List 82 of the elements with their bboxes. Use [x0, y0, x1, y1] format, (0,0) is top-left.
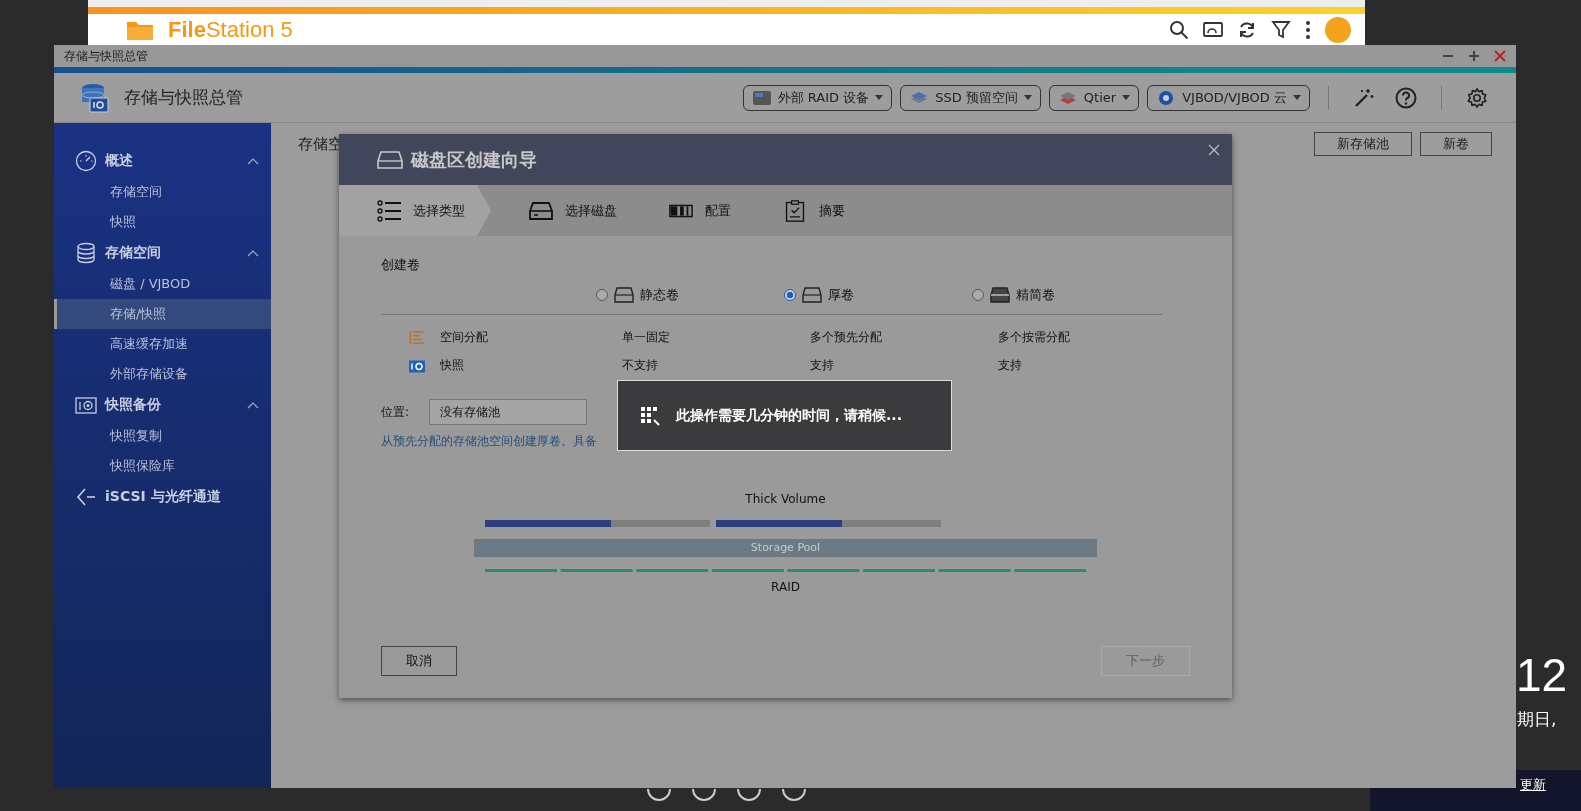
feature-value: 支持	[810, 356, 835, 374]
caret-icon	[1122, 95, 1131, 100]
settings-icon[interactable]	[1466, 86, 1488, 109]
drive-icon	[990, 287, 1010, 303]
filter-icon[interactable]	[1271, 20, 1291, 40]
drive-icon	[377, 149, 403, 170]
feature-value: 支持	[998, 356, 1023, 374]
refresh-icon[interactable]	[1237, 20, 1257, 40]
sidebar-item[interactable]: 高速缓存加速	[54, 329, 271, 359]
wizard-step[interactable]: 选择类型	[339, 185, 491, 236]
drive-icon	[614, 287, 634, 303]
sidebar-item[interactable]: 存储空间	[54, 177, 271, 207]
radio-button[interactable]	[972, 289, 984, 301]
feature-label: 空间分配	[440, 328, 488, 346]
clock-time: 12	[1516, 648, 1568, 702]
toolbar-button[interactable]: 新卷	[1420, 132, 1492, 156]
caret-icon	[1293, 95, 1301, 100]
app-title: 存储与快照总管	[124, 86, 243, 109]
radio-button[interactable]	[784, 289, 796, 301]
dialog-title: 磁盘区创建向导	[411, 147, 537, 172]
feature-label: 快照	[440, 356, 464, 374]
close-icon[interactable]	[1208, 144, 1220, 156]
caret-icon	[1023, 95, 1032, 100]
connector-icon	[75, 486, 97, 508]
drive-icon	[529, 199, 553, 222]
raid-device-icon	[751, 89, 772, 106]
sidebar-section[interactable]: 快照备份	[54, 389, 271, 421]
sidebar-section[interactable]: 存储空间	[54, 237, 271, 269]
feature-value: 多个预先分配	[810, 328, 883, 346]
loading-message: 此操作需要几分钟的时间，请稍候...	[676, 406, 902, 425]
sidebar-item[interactable]: 磁盘 / VJBOD	[54, 269, 271, 299]
sidebar-item[interactable]: 存储/快照	[54, 299, 271, 329]
storage-pool-bar: Storage Pool	[474, 539, 1097, 557]
sidebar-item[interactable]: 快照保险库	[54, 451, 271, 481]
camera-icon	[75, 394, 97, 416]
help-icon[interactable]	[1395, 86, 1417, 109]
list-icon	[377, 199, 401, 222]
wizard-step[interactable]: 配置	[631, 185, 745, 236]
wizard-step[interactable]: 选择磁盘	[491, 185, 631, 236]
caret-icon	[875, 95, 884, 100]
sidebar-item[interactable]: 快照复制	[54, 421, 271, 451]
cancel-button[interactable]: 取消	[381, 646, 457, 676]
clock-date: 期日,	[1517, 708, 1557, 731]
drive-icon	[802, 287, 822, 303]
sidebar-section[interactable]: 概述	[54, 145, 271, 177]
volume-type-option[interactable]: 精简卷	[972, 286, 1160, 304]
sidebar-item[interactable]: 外部存储设备	[54, 359, 271, 389]
volume-type-option[interactable]: 厚卷	[784, 286, 972, 304]
database-icon	[75, 242, 97, 264]
diagram-title: Thick Volume	[745, 492, 826, 506]
feature-value: 不支持	[622, 356, 659, 374]
more-icon[interactable]	[1305, 20, 1311, 40]
toolbar-button[interactable]: 新存储池	[1314, 132, 1412, 156]
menu-dropdown[interactable]: SSD 预留空间	[900, 84, 1041, 111]
location-select[interactable]: 没有存储池	[429, 399, 588, 425]
volume-type-option[interactable]: 静态卷	[596, 286, 784, 304]
feature-value: 单一固定	[622, 328, 671, 346]
search-icon[interactable]	[1169, 20, 1189, 40]
wizard-step[interactable]: 摘要	[745, 185, 859, 236]
storage-app-icon	[80, 82, 110, 113]
raid-label: RAID	[771, 580, 800, 594]
feature-value: 多个按需分配	[998, 328, 1071, 346]
update-link[interactable]: 更新	[1520, 776, 1546, 794]
menu-dropdown[interactable]: Qtier	[1048, 84, 1140, 111]
magic-wand-icon[interactable]	[1353, 86, 1375, 109]
loading-icon	[640, 405, 660, 426]
sidebar-section[interactable]: iSCSI 与光纤通道	[54, 481, 271, 513]
clipboard-icon	[783, 199, 807, 222]
gauge-icon	[75, 150, 97, 172]
app-name: FileStation 5	[168, 17, 293, 43]
cast-icon[interactable]	[1203, 20, 1223, 40]
section-title: 创建卷	[381, 256, 421, 274]
maximize-icon[interactable]	[1468, 50, 1480, 62]
folder-icon	[126, 19, 154, 41]
allocation-icon	[409, 329, 425, 345]
radio-button[interactable]	[596, 289, 608, 301]
field-label: 位置:	[381, 403, 410, 421]
window-title: 存储与快照总管	[64, 47, 148, 65]
description-text: 从预先分配的存储池空间创建厚卷。具备	[381, 433, 598, 450]
menu-dropdown[interactable]: 外部 RAID 设备	[742, 84, 893, 111]
sidebar-item[interactable]: 快照	[54, 207, 271, 237]
menu-dropdown[interactable]: VJBOD/VJBOD 云	[1147, 84, 1310, 111]
